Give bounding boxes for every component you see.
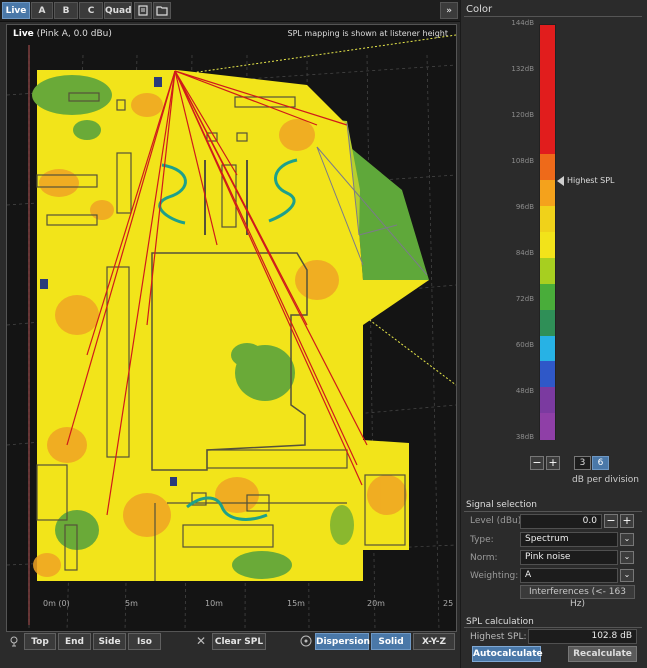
clear-spl-button[interactable]: Clear SPL [212, 633, 266, 650]
type-label: Type: [470, 535, 494, 545]
level-input[interactable]: 0.0 [520, 514, 602, 529]
color-band [540, 413, 555, 440]
scale-label-72: 72dB [515, 295, 534, 303]
xyz-button[interactable]: X-Y-Z [413, 633, 455, 650]
color-band [540, 361, 555, 388]
view-end-button[interactable]: End [58, 633, 91, 650]
recalculate-button[interactable]: Recalculate [568, 646, 637, 662]
scale-label-120: 120dB [511, 111, 534, 119]
scale-label-60: 60dB [515, 341, 534, 349]
spl-calculation-separator [464, 627, 642, 628]
view-side-button[interactable]: Side [93, 633, 126, 650]
scale-label-96: 96dB [515, 203, 534, 211]
color-band [540, 257, 555, 285]
axis-label-20m: 20m [367, 599, 385, 608]
weighting-label: Weighting: [470, 571, 519, 581]
autocalculate-button[interactable]: Autocalculate [472, 646, 543, 662]
spl-mapping-note: SPL mapping is shown at listener height [287, 29, 448, 38]
color-band [540, 76, 555, 104]
norm-chevron-down-icon[interactable]: ⌄ [620, 551, 634, 564]
db-per-division-option-3[interactable]: 3 [574, 456, 591, 470]
signal-selection-separator [464, 511, 642, 512]
axis-label-25: 25 [443, 599, 454, 608]
view-top-button[interactable]: Top [24, 633, 56, 650]
close-icon: ✕ [196, 634, 207, 648]
db-per-division-option-6[interactable]: 6 [592, 456, 609, 470]
color-band [540, 128, 555, 155]
expand-panel-button[interactable]: » [440, 2, 458, 19]
tab-live[interactable]: Live [2, 2, 30, 19]
weighting-select[interactable]: A [520, 568, 618, 583]
view-tab-bar: Live A B C Quad » [0, 0, 460, 22]
color-section-title: Color [466, 4, 493, 15]
signal-selection-title: Signal selection [466, 500, 537, 510]
toggle-icon [299, 634, 313, 648]
db-per-division-increase-button[interactable]: + [546, 456, 560, 470]
color-band [540, 102, 555, 129]
level-label: Level (dBu): [470, 516, 525, 526]
color-band [540, 335, 555, 362]
notes-icon[interactable] [134, 2, 152, 19]
view-iso-button[interactable]: Iso [128, 633, 161, 650]
axis-label-15m: 15m [287, 599, 305, 608]
scale-label-48: 48dB [515, 387, 534, 395]
color-band [540, 50, 555, 78]
folder-icon[interactable] [153, 2, 171, 19]
color-band [540, 25, 555, 52]
norm-select[interactable]: Pink noise [520, 550, 618, 565]
spl-calculation-title: SPL calculation [466, 617, 534, 627]
axis-label-10m: 10m [205, 599, 223, 608]
viewport-title: Live (Pink A, 0.0 dBu) [13, 29, 112, 39]
db-per-division-decrease-button[interactable]: − [530, 456, 544, 470]
triangle-pointer-icon [557, 176, 564, 186]
color-band [540, 309, 555, 336]
color-scale-bar [539, 24, 556, 440]
scale-label-84: 84dB [515, 249, 534, 257]
highest-spl-marker-label: Highest SPL [567, 176, 615, 185]
highest-spl-value: 102.8 dB [528, 629, 637, 644]
dispersion-button[interactable]: Dispersion [315, 633, 370, 650]
norm-label: Norm: [470, 553, 498, 563]
color-section-separator [464, 16, 642, 17]
type-select[interactable]: Spectrum [520, 532, 618, 547]
spl-map-viewport[interactable]: Live (Pink A, 0.0 dBu) SPL mapping is sh… [6, 24, 457, 632]
level-increase-button[interactable]: + [620, 514, 634, 528]
weighting-chevron-down-icon[interactable]: ⌄ [620, 569, 634, 582]
tab-c[interactable]: C [79, 2, 103, 19]
scale-label-144: 144dB [511, 19, 534, 27]
tab-quad[interactable]: Quad [104, 2, 132, 19]
solid-button[interactable]: Solid [371, 633, 411, 650]
color-band [540, 283, 555, 311]
highest-spl-label: Highest SPL: [470, 632, 527, 642]
spl-map-canvas [7, 34, 456, 631]
db-per-division-label: dB per division [572, 475, 639, 485]
interferences-button[interactable]: Interferences (<- 163 Hz) [520, 585, 635, 609]
eye-icon [8, 635, 20, 647]
color-band [540, 206, 555, 233]
axis-label-5m: 5m [125, 599, 138, 608]
color-band [540, 232, 555, 259]
scale-label-132: 132dB [511, 65, 534, 73]
color-band [540, 180, 555, 207]
scale-label-38: 38dB [515, 433, 534, 441]
scale-label-108: 108dB [511, 157, 534, 165]
axis-label-0m: 0m (0) [43, 599, 70, 608]
type-chevron-down-icon[interactable]: ⌄ [620, 533, 634, 546]
level-decrease-button[interactable]: − [604, 514, 618, 528]
color-band [540, 387, 555, 414]
tab-b[interactable]: B [54, 2, 78, 19]
color-band [540, 154, 555, 181]
tab-a[interactable]: A [31, 2, 53, 19]
panel-divider [460, 0, 461, 668]
